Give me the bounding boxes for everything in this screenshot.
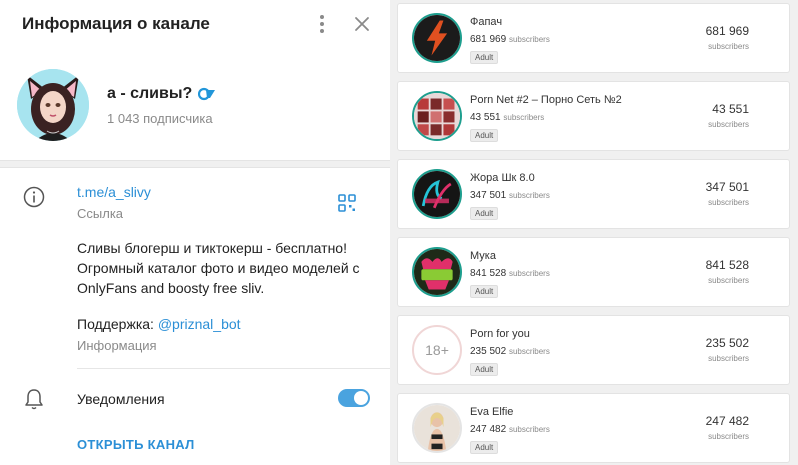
card-subscribers: 347 501 subscribers (470, 190, 550, 201)
more-options-icon[interactable] (312, 12, 332, 36)
card-count-label: subscribers (708, 198, 749, 207)
card-count: 681 969 (705, 24, 749, 38)
channel-name-row: а - сливы? (107, 85, 216, 103)
description-line: OnlyFans and boosty free sliv. (77, 280, 265, 296)
card-subscribers: 841 528 subscribers (470, 268, 550, 279)
card-count: 247 482 (705, 414, 749, 428)
adult-badge: Adult (470, 285, 499, 298)
channel-card[interactable]: Фапач 681 969 subscribers Adult 681 969 … (397, 3, 790, 73)
card-count-label: subscribers (708, 120, 749, 129)
channel-subscriber-count: 1 043 подписчика (107, 111, 213, 126)
close-icon[interactable] (350, 12, 374, 36)
channel-card[interactable]: Porn Net #2 – Порно Сеть №2 43 551 subsc… (397, 81, 790, 151)
onlyfans-badge-icon (198, 87, 216, 101)
channel-avatar[interactable] (17, 69, 89, 141)
card-count: 841 528 (705, 258, 749, 272)
card-count: 43 551 (712, 102, 749, 116)
muka-logo-icon (412, 247, 462, 297)
info-icon (23, 186, 45, 208)
support-line: Поддержка: @priznal_bot (77, 316, 241, 332)
open-channel-button[interactable]: ОТКРЫТЬ КАНАЛ (77, 437, 195, 452)
notifications-label: Уведомления (77, 391, 165, 407)
card-count: 235 502 (705, 336, 749, 350)
card-title: Мука (470, 250, 496, 262)
18plus-logo-icon: 18+ (412, 325, 462, 375)
channel-list: Фапач 681 969 subscribers Adult 681 969 … (390, 0, 798, 465)
channel-card[interactable]: 18+ Porn for you 235 502 subscribers Adu… (397, 315, 790, 385)
adult-badge: Adult (470, 363, 499, 376)
card-subscribers: 247 482 subscribers (470, 424, 550, 435)
info-caption: Информация (77, 338, 157, 353)
card-subscribers: 43 551 subscribers (470, 112, 545, 123)
support-prefix: Поддержка: (77, 316, 158, 332)
collage-logo-icon (412, 91, 462, 141)
card-title: Porn Net #2 – Порно Сеть №2 (470, 94, 622, 106)
channel-card[interactable]: Мука 841 528 subscribers Adult 841 528 s… (397, 237, 790, 307)
notifications-toggle[interactable] (338, 389, 370, 407)
card-title: Porn for you (470, 328, 530, 340)
channel-card[interactable]: Жора Шк 8.0 347 501 subscribers Adult 34… (397, 159, 790, 229)
description-line: Сливы блогерш и тиктокерш - бесплатно! (77, 240, 347, 256)
adult-badge: Adult (470, 441, 499, 454)
card-count-label: subscribers (708, 432, 749, 441)
card-count-label: subscribers (708, 354, 749, 363)
card-count: 347 501 (705, 180, 749, 194)
neon-logo-icon (412, 169, 462, 219)
card-count-label: subscribers (708, 42, 749, 51)
bell-icon (25, 389, 43, 410)
adult-badge: Adult (470, 51, 499, 64)
card-subscribers: 681 969 subscribers (470, 34, 550, 45)
adult-badge: Adult (470, 129, 499, 142)
channel-card[interactable]: Eva Elfie 247 482 subscribers Adult 247 … (397, 393, 790, 463)
channel-info-panel: Информация о канале а - сливы? 1 043 под… (0, 0, 390, 465)
description-line: Огромный каталог фото и видео моделей с (77, 260, 360, 276)
adult-badge: Adult (470, 207, 499, 220)
link-caption: Ссылка (77, 206, 124, 221)
lightning-logo-icon (412, 13, 462, 63)
card-title: Жора Шк 8.0 (470, 172, 535, 184)
qr-code-icon[interactable] (338, 194, 356, 212)
section-divider (0, 160, 390, 168)
channel-description: Сливы блогерш и тиктокерш - бесплатно! О… (77, 238, 372, 298)
card-title: Фапач (470, 16, 503, 28)
card-subscribers: 235 502 subscribers (470, 346, 550, 357)
card-title: Eva Elfie (470, 406, 514, 418)
support-bot-link[interactable]: @priznal_bot (158, 316, 241, 332)
photo-avatar-icon (412, 403, 462, 453)
channel-name: а - сливы? (107, 85, 193, 102)
divider (77, 368, 390, 369)
channel-link[interactable]: t.me/a_slivy (77, 184, 151, 200)
card-count-label: subscribers (708, 276, 749, 285)
panel-title: Информация о канале (22, 14, 210, 33)
